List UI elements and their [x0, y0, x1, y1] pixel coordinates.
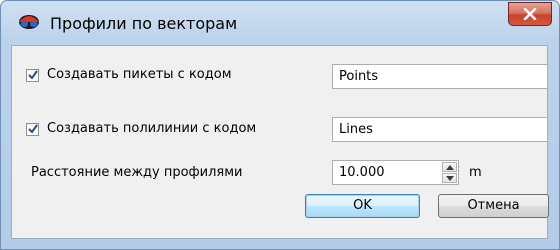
cancel-button[interactable]: Отмена — [438, 194, 549, 218]
points-code-value: Points — [339, 69, 379, 84]
distance-unit: m — [469, 165, 482, 180]
points-checkbox-label[interactable]: Создавать пикеты с кодом — [47, 67, 232, 82]
points-checkbox[interactable] — [26, 69, 39, 82]
arrow-down-icon — [446, 176, 454, 181]
dialog-body: Создавать пикеты с кодом Points Создават… — [11, 45, 549, 239]
checkmark-icon — [28, 124, 38, 134]
lines-checkbox-label[interactable]: Создавать полилинии с кодом — [47, 121, 256, 136]
spin-down-button[interactable] — [442, 173, 457, 183]
dialog-window: Профили по векторам Создавать пикеты с к… — [0, 0, 560, 250]
eye-glasses-icon — [18, 14, 40, 32]
close-icon — [523, 8, 537, 20]
close-button[interactable] — [508, 2, 552, 26]
spin-buttons — [442, 162, 457, 183]
lines-code-value: Lines — [339, 122, 373, 137]
title-bar[interactable]: Профили по векторам — [1, 1, 559, 45]
lines-code-input[interactable]: Lines — [332, 117, 548, 142]
ok-button[interactable]: OK — [305, 194, 420, 218]
checkmark-icon — [28, 70, 38, 80]
distance-spinbox[interactable]: 10.000 — [332, 160, 459, 185]
distance-value: 10.000 — [339, 165, 385, 180]
points-code-input[interactable]: Points — [332, 64, 548, 89]
spin-up-button[interactable] — [442, 162, 457, 172]
lines-checkbox[interactable] — [26, 123, 39, 136]
arrow-up-icon — [446, 165, 454, 170]
distance-label: Расстояние между профилями — [31, 165, 243, 180]
window-title: Профили по векторам — [50, 14, 238, 33]
